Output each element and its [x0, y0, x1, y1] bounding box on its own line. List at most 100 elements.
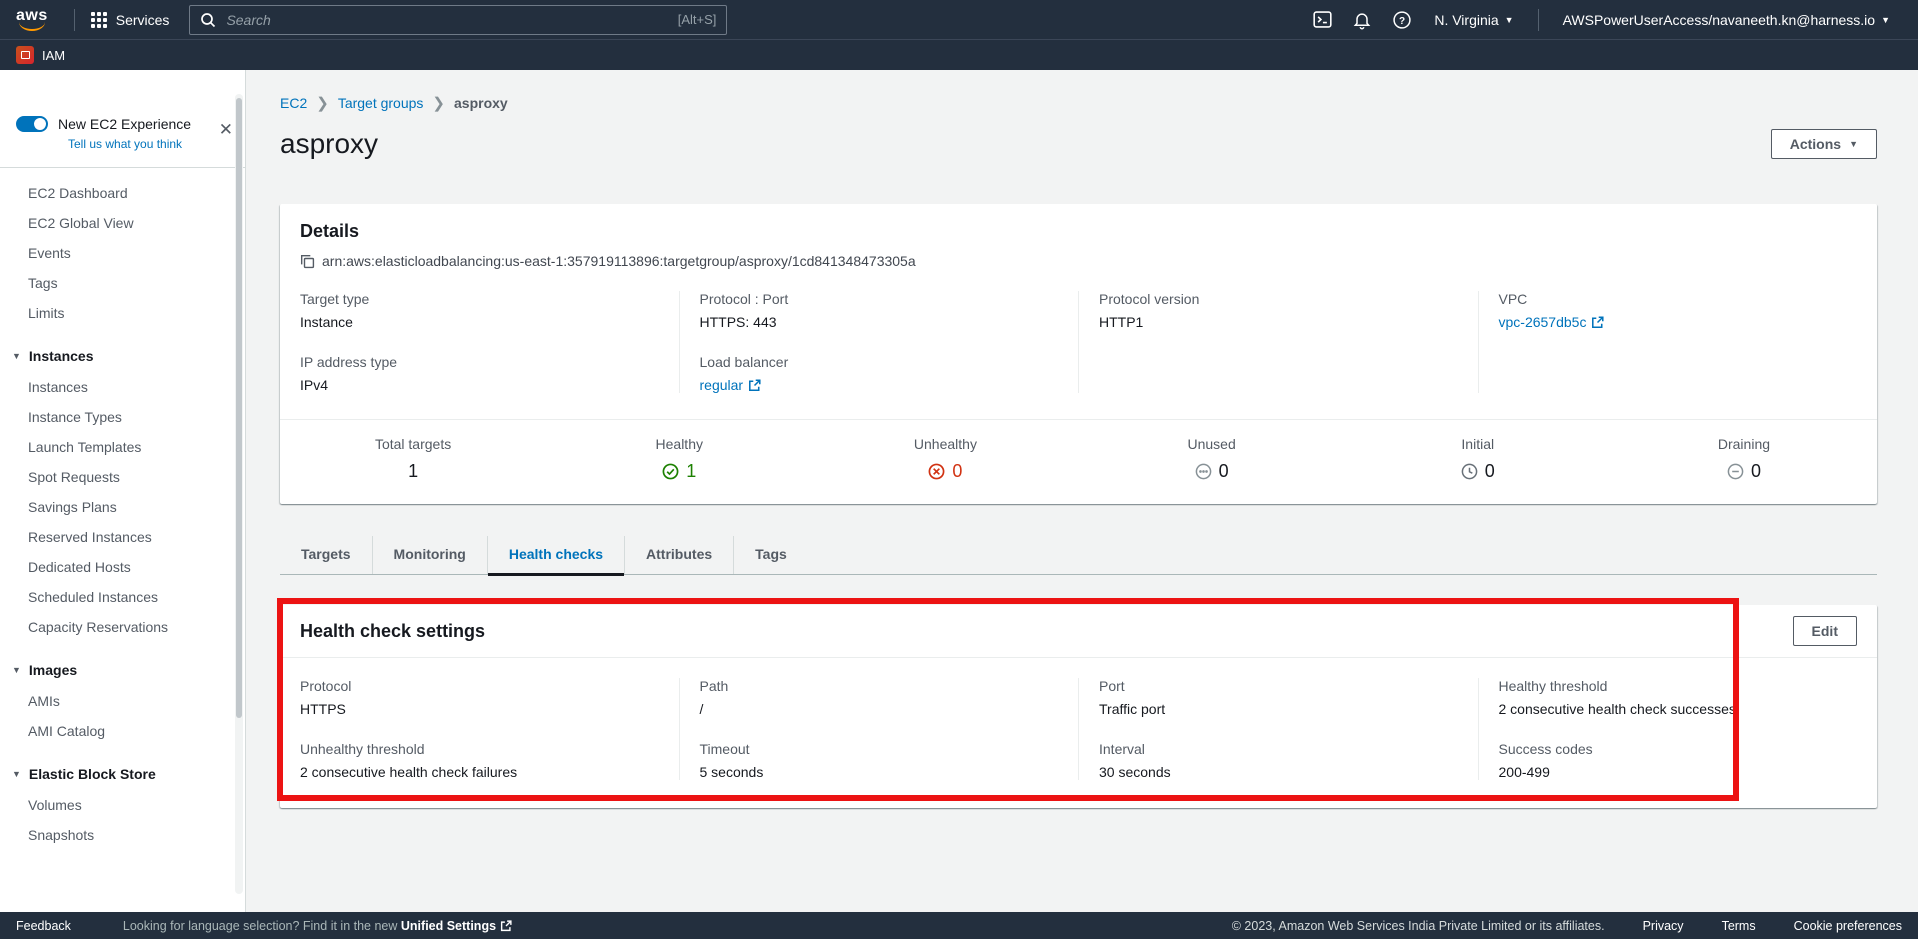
field-protocol-version: Protocol version HTTP1 [1099, 291, 1458, 330]
notifications-bell-icon[interactable] [1342, 10, 1382, 30]
favorites-bar: IAM [0, 40, 1918, 70]
privacy-link[interactable]: Privacy [1643, 919, 1684, 933]
breadcrumb-target-groups[interactable]: Target groups [338, 95, 424, 111]
sidebar-item-spot-requests[interactable]: Spot Requests [0, 462, 245, 492]
services-menu-button[interactable]: Services [87, 12, 174, 28]
main-content: EC2 ❯ Target groups ❯ asproxy asproxy Ac… [246, 70, 1918, 912]
tab-health-checks[interactable]: Health checks [487, 536, 624, 574]
chevron-down-icon: ▼ [1505, 15, 1514, 25]
field-vpc: VPC vpc-2657db5c [1499, 291, 1858, 330]
search-input[interactable] [224, 11, 669, 29]
copy-icon[interactable] [300, 254, 315, 269]
scrollbar-thumb[interactable] [236, 98, 242, 718]
help-icon[interactable]: ? [1382, 10, 1422, 30]
sidebar-item-instances[interactable]: Instances [0, 372, 245, 402]
health-check-settings-card: Health check settings Edit Protocol HTTP… [280, 605, 1877, 808]
target-group-arn: arn:aws:elasticloadbalancing:us-east-1:3… [322, 253, 916, 269]
sidebar-item-scheduled-instances[interactable]: Scheduled Instances [0, 582, 245, 612]
divider [0, 167, 245, 168]
load-balancer-link[interactable]: regular [700, 377, 762, 393]
top-navigation-bar: aws Services [Alt+S] ? N. Virginia ▼ AWS… [0, 0, 1918, 40]
field-success-codes: Success codes 200-499 [1499, 741, 1858, 780]
terms-link[interactable]: Terms [1722, 919, 1756, 933]
field-ip-address-type: IP address type IPv4 [300, 354, 659, 393]
actions-button[interactable]: Actions ▼ [1771, 129, 1877, 159]
sidebar-item-launch-templates[interactable]: Launch Templates [0, 432, 245, 462]
page-title: asproxy [280, 128, 378, 160]
tab-targets[interactable]: Targets [280, 536, 372, 574]
feedback-link[interactable]: Tell us what you think [68, 137, 231, 151]
sidebar-section-instances[interactable]: ▼ Instances [0, 342, 245, 370]
health-check-settings-heading: Health check settings [300, 621, 485, 642]
edit-button[interactable]: Edit [1793, 616, 1857, 646]
summary-unhealthy: Unhealthy 0 [812, 436, 1078, 482]
sidebar-scrollbar [235, 94, 243, 894]
field-unhealthy-threshold: Unhealthy threshold 2 consecutive health… [300, 741, 659, 780]
sidebar-item-savings-plans[interactable]: Savings Plans [0, 492, 245, 522]
tab-tags[interactable]: Tags [733, 536, 808, 574]
field-path: Path / [700, 678, 1059, 717]
field-load-balancer: Load balancer regular [700, 354, 1059, 393]
summary-total-targets: Total targets 1 [280, 436, 546, 482]
close-icon[interactable]: ✕ [219, 120, 233, 140]
external-link-icon [1591, 316, 1604, 329]
sidebar-item-tags[interactable]: Tags [0, 268, 245, 298]
cookie-preferences-link[interactable]: Cookie preferences [1794, 919, 1902, 933]
sidebar-section-elastic-block-store[interactable]: ▼ Elastic Block Store [0, 760, 245, 788]
sidebar-item-capacity-reservations[interactable]: Capacity Reservations [0, 612, 245, 642]
global-search[interactable]: [Alt+S] [189, 5, 727, 35]
summary-draining: Draining 0 [1611, 436, 1877, 482]
account-menu[interactable]: AWSPowerUserAccess/navaneeth.kn@harness.… [1551, 12, 1902, 28]
feedback-button[interactable]: Feedback [16, 919, 71, 933]
tab-monitoring[interactable]: Monitoring [372, 536, 487, 574]
sidebar-item-ec2-dashboard[interactable]: EC2 Dashboard [0, 178, 245, 208]
sidebar-item-dedicated-hosts[interactable]: Dedicated Hosts [0, 552, 245, 582]
sidebar-item-snapshots[interactable]: Snapshots [0, 820, 245, 850]
summary-initial: Initial 0 [1345, 436, 1611, 482]
field-protocol-port: Protocol : Port HTTPS: 443 [700, 291, 1059, 330]
aws-smile-swoosh [19, 21, 45, 31]
aws-logo[interactable]: aws [16, 9, 48, 31]
sidebar-section-images[interactable]: ▼ Images [0, 656, 245, 684]
footer-bar: Feedback Looking for language selection?… [0, 912, 1918, 939]
new-experience-toggle[interactable] [16, 116, 48, 132]
search-icon [200, 12, 216, 28]
sidebar-item-instance-types[interactable]: Instance Types [0, 402, 245, 432]
copyright-text: © 2023, Amazon Web Services India Privat… [1232, 919, 1605, 933]
sidebar-item-reserved-instances[interactable]: Reserved Instances [0, 522, 245, 552]
external-link-icon [500, 920, 512, 932]
sidebar-item-events[interactable]: Events [0, 238, 245, 268]
initial-clock-icon [1461, 463, 1478, 480]
cloudshell-icon[interactable] [1302, 9, 1342, 30]
chevron-right-icon: ❯ [432, 94, 445, 112]
sidebar-item-amis[interactable]: AMIs [0, 686, 245, 716]
draining-minus-icon [1727, 463, 1744, 480]
field-target-type: Target type Instance [300, 291, 659, 330]
tab-attributes[interactable]: Attributes [624, 536, 733, 574]
chevron-down-icon: ▼ [1881, 15, 1890, 25]
breadcrumb-ec2[interactable]: EC2 [280, 95, 307, 111]
unused-dots-icon [1195, 463, 1212, 480]
ec2-sidebar: New EC2 Experience Tell us what you thin… [0, 70, 246, 912]
details-card: Details arn:aws:elasticloadbalancing:us-… [280, 204, 1877, 504]
chevron-down-icon: ▼ [12, 760, 21, 788]
details-heading: Details [300, 221, 1857, 242]
sidebar-item-volumes[interactable]: Volumes [0, 790, 245, 820]
vpc-link[interactable]: vpc-2657db5c [1499, 314, 1605, 330]
target-group-tabs: Targets Monitoring Health checks Attribu… [280, 536, 1877, 575]
chevron-down-icon: ▼ [1849, 139, 1858, 149]
iam-service-icon[interactable] [16, 46, 34, 64]
region-selector[interactable]: N. Virginia ▼ [1422, 12, 1525, 28]
favorite-iam-link[interactable]: IAM [42, 48, 65, 63]
field-interval: Interval 30 seconds [1099, 741, 1458, 780]
sidebar-item-ami-catalog[interactable]: AMI Catalog [0, 716, 245, 746]
sidebar-item-ec2-global-view[interactable]: EC2 Global View [0, 208, 245, 238]
unified-settings-link[interactable]: Unified Settings [401, 919, 512, 933]
targets-summary: Total targets 1 Healthy 1 Unhealthy 0 [280, 419, 1877, 504]
divider [74, 9, 75, 31]
chevron-right-icon: ❯ [316, 94, 329, 112]
breadcrumb: EC2 ❯ Target groups ❯ asproxy [280, 94, 1877, 112]
breadcrumb-current: asproxy [454, 95, 508, 111]
sidebar-item-limits[interactable]: Limits [0, 298, 245, 328]
search-shortcut-hint: [Alt+S] [678, 12, 717, 27]
